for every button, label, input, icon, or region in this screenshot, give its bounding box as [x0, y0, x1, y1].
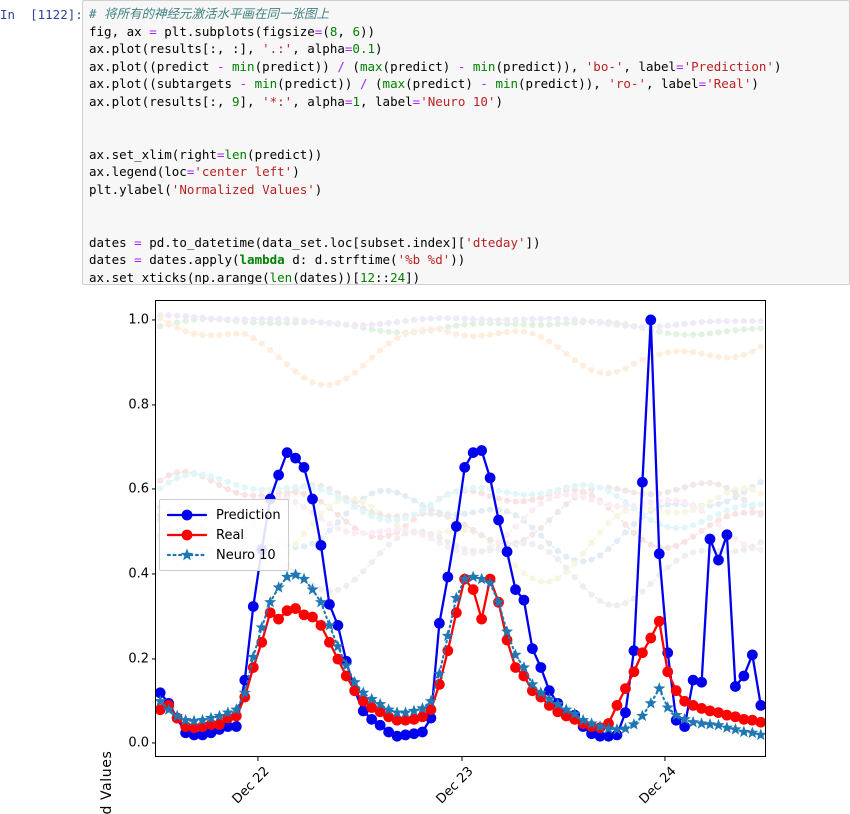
y-tick-label: 0.0: [128, 735, 149, 751]
y-tick-mark: [151, 319, 156, 321]
cell-prompt-label: In [1122]:: [0, 7, 83, 22]
matplotlib-figure: Normalized Values Prediction Real Neuro 10…: [85, 292, 785, 814]
y-axis-label: Normalized Values: [99, 592, 117, 814]
x-tick-label: Dec 24: [636, 764, 680, 808]
code-line: # 将所有的神经元激活水平画在同一张图上: [89, 6, 330, 21]
chart-legend: Prediction Real Neuro 10: [159, 499, 289, 571]
notebook-page: In [1122]: # 将所有的神经元激活水平画在同一张图上 fig, ax =…: [0, 0, 850, 814]
y-tick-mark: [151, 488, 156, 490]
legend-entry: Real: [166, 525, 280, 545]
legend-circle-marker-icon: [166, 527, 208, 543]
legend-star-marker-icon: [166, 547, 208, 563]
x-tick-label: Dec 23: [433, 764, 477, 808]
y-tick-label: 0.6: [128, 481, 149, 497]
y-tick-label: 0.8: [128, 397, 149, 413]
x-tick-label: Dec 22: [229, 764, 273, 808]
y-tick-mark: [151, 658, 156, 660]
legend-entry-label: Real: [216, 527, 245, 543]
notebook-code-cell[interactable]: In [1122]: # 将所有的神经元激活水平画在同一张图上 fig, ax =…: [0, 0, 850, 292]
code-line: ax.plot((subtargets - min(predict)) / (m…: [89, 76, 759, 92]
legend-circle-marker-icon: [166, 507, 208, 523]
code-line: ax.plot(results[:, 9], '*:', alpha=1, la…: [89, 93, 503, 109]
x-tick-mark: [664, 756, 666, 761]
legend-entry-label: Neuro 10: [216, 547, 276, 563]
x-tick-mark: [257, 756, 259, 761]
code-editor[interactable]: # 将所有的神经元激活水平画在同一张图上 fig, ax = plt.subplo…: [82, 0, 850, 285]
legend-entry: Neuro 10: [166, 545, 280, 565]
code-line: ax.legend(loc='center left'): [89, 164, 300, 180]
y-tick-label: 0.4: [128, 566, 149, 582]
code-source[interactable]: # 将所有的神经元激活水平画在同一张图上 fig, ax = plt.subplo…: [89, 5, 845, 285]
y-tick-mark: [151, 573, 156, 575]
code-line: dates = pd.to_datetime(data_set.loc[subs…: [89, 234, 541, 250]
code-line: fig, ax = plt.subplots(figsize=(8, 6)): [89, 23, 376, 39]
code-line: dates = dates.apply(lambda d: d.strftime…: [89, 252, 466, 268]
code-line: ax.set_xticks(np.arange(len(dates))[12::…: [89, 269, 421, 285]
code-line: plt.ylabel('Normalized Values'): [89, 181, 323, 197]
y-tick-mark: [151, 742, 156, 744]
legend-entry: Prediction: [166, 505, 281, 525]
plot-axes: Prediction Real Neuro 10 0.0 0.2 0.4 0.6 0.8 1.…: [128, 300, 766, 807]
code-line: ax.plot((predict - min(predict)) / (max(…: [89, 58, 782, 74]
code-line: ax.set_xlim(right=len(predict)): [89, 146, 323, 162]
x-tick-mark: [460, 756, 463, 761]
y-tick-label: 0.2: [128, 651, 149, 667]
code-line: ax.plot(results[:, :], '.:', alpha=0.1): [89, 41, 383, 57]
legend-entry-label: Prediction: [216, 507, 281, 523]
y-tick-mark: [151, 404, 156, 406]
y-tick-label: 1.0: [128, 312, 149, 328]
